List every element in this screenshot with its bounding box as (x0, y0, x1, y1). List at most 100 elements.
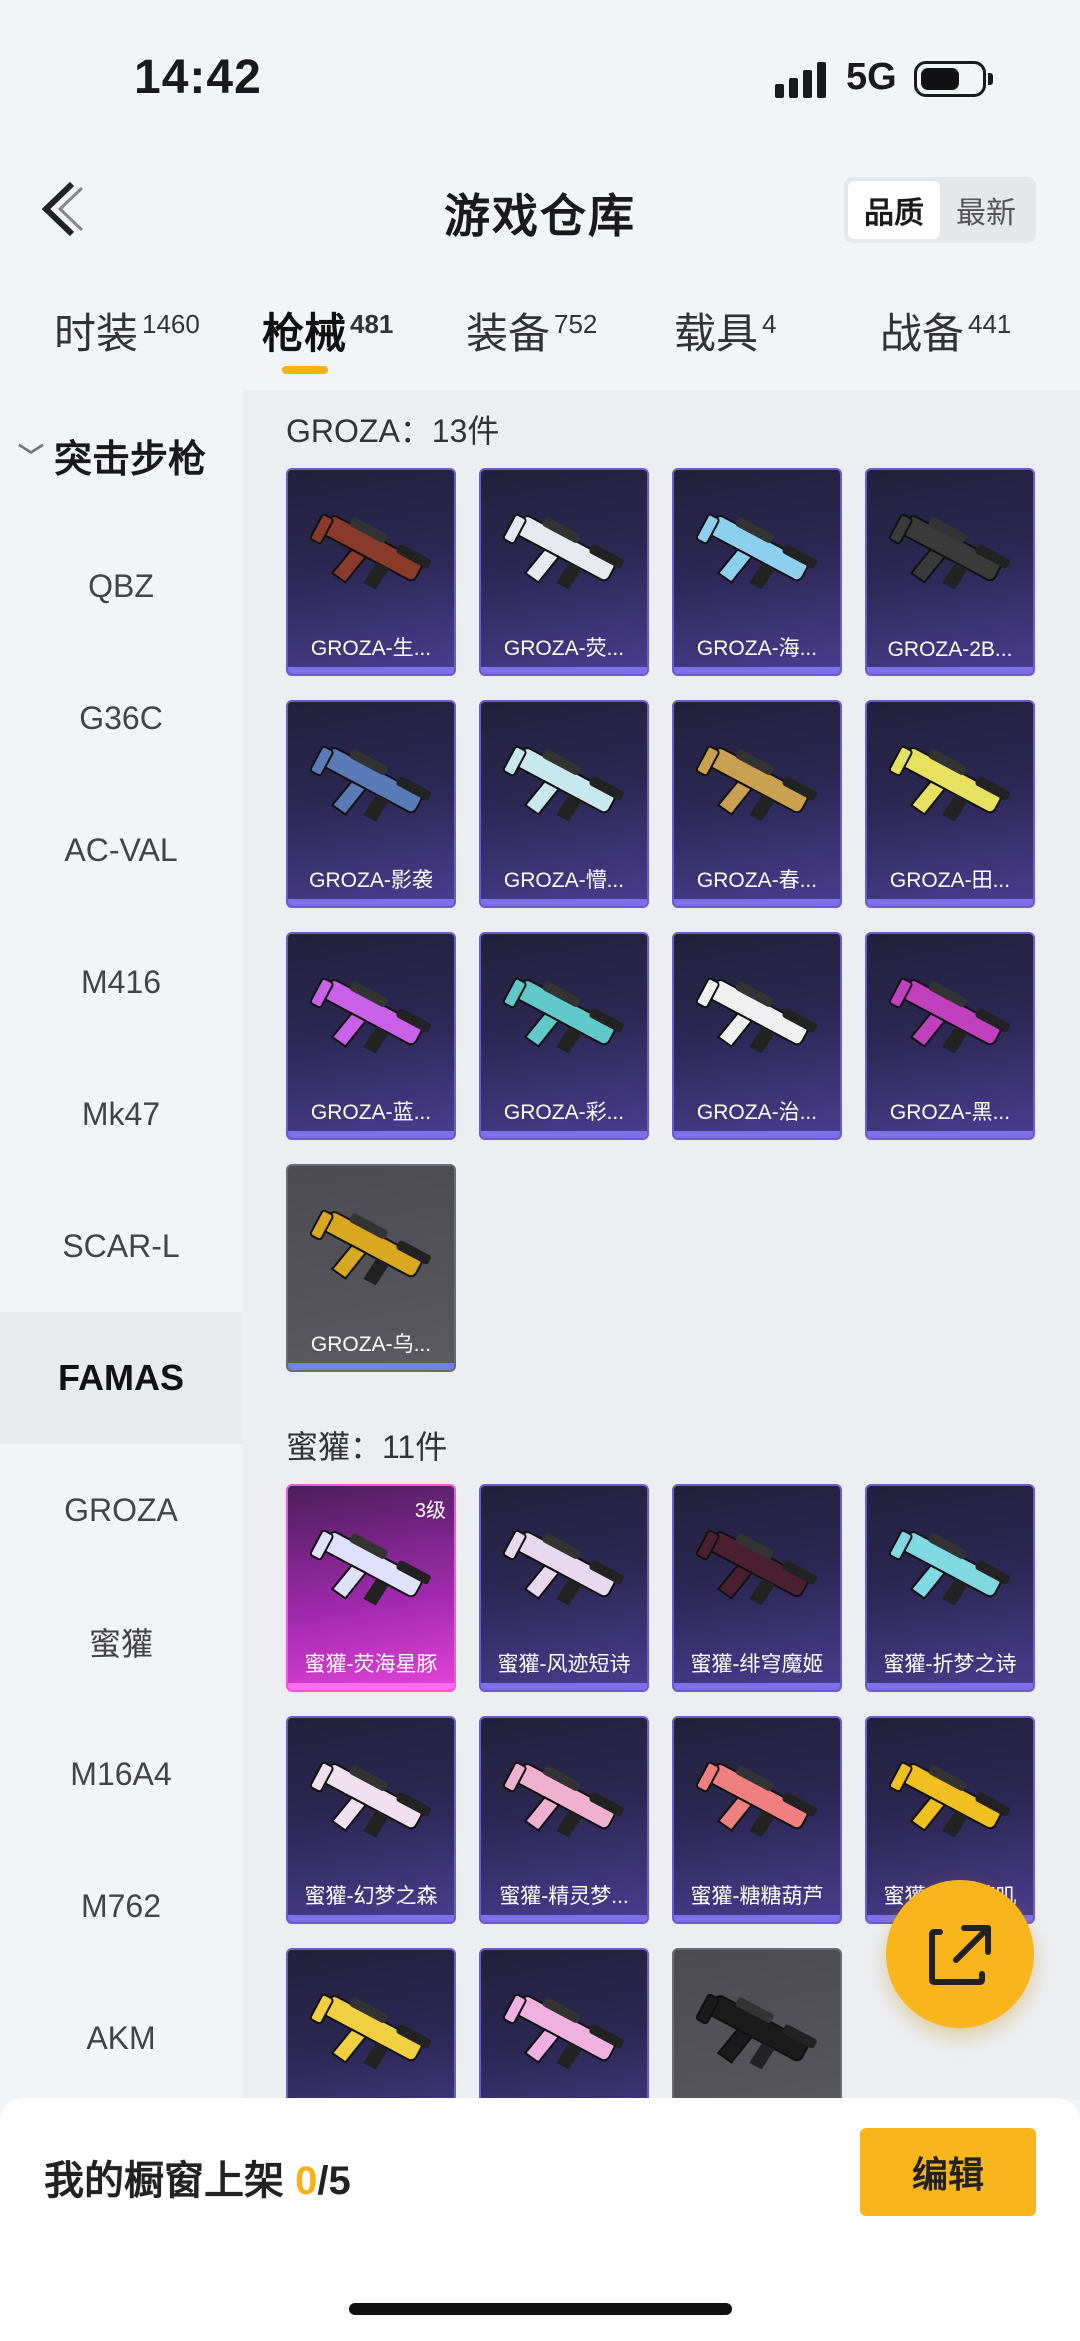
weapon-skin-name: GROZA-生... (310, 637, 432, 660)
weapon-skin-name: 蜜獾-绯穹魔姬 (690, 1653, 824, 1676)
weapon-skin-card[interactable]: 蜜獾-糖糖葫芦 (672, 1716, 842, 1924)
sidebar-item[interactable]: M416 (0, 916, 242, 1048)
weapon-skin-image (695, 745, 817, 822)
weapon-skin-image (502, 977, 624, 1054)
battery-tip (988, 73, 993, 85)
tab-count: 1460 (142, 309, 200, 339)
weapon-skin-card[interactable]: GROZA-生... (286, 468, 456, 676)
weapon-skin-image (309, 745, 431, 822)
rarity-bar (288, 1683, 454, 1690)
weapon-skin-image (695, 1761, 817, 1838)
rarity-bar (288, 899, 454, 906)
weapon-skin-card[interactable]: GROZA-田... (865, 700, 1035, 908)
tab-equipment[interactable]: 装备 752 (466, 300, 597, 361)
status-time: 14:42 (134, 51, 262, 104)
weapon-skin-image (309, 977, 431, 1054)
section-title: GROZA：13件 (286, 413, 500, 449)
weapon-skin-name: GROZA-治... (696, 1101, 818, 1124)
sidebar-item[interactable]: AKM (0, 1972, 242, 2104)
sidebar-item[interactable]: GROZA (0, 1444, 242, 1576)
rarity-bar (867, 899, 1033, 906)
showcase-status: 我的橱窗上架 0/5 (44, 2148, 351, 2206)
weapon-skin-card[interactable]: GROZA-海... (672, 468, 842, 676)
share-external-icon (929, 1925, 991, 1985)
weapon-skin-card[interactable]: 蜜獾-幻梦之森 (286, 1716, 456, 1924)
tab-count: 441 (968, 309, 1012, 339)
edit-button[interactable]: 编辑 (860, 2128, 1036, 2216)
weapon-skin-image (309, 1529, 431, 1606)
rarity-bar (288, 1363, 454, 1370)
tab-gear[interactable]: 战备 441 (880, 300, 1011, 361)
weapon-skin-image (502, 745, 624, 822)
section-title: 蜜獾：11件 (286, 1429, 448, 1465)
sort-quality-button[interactable]: 品质 (848, 181, 940, 239)
weapon-skin-card[interactable]: GROZA-乌... (286, 1164, 456, 1372)
weapon-skin-card[interactable]: GROZA-黑... (865, 932, 1035, 1140)
rarity-bar (288, 1915, 454, 1922)
tab-count: 4 (762, 309, 777, 339)
weapon-skin-card[interactable]: GROZA-荧... (479, 468, 649, 676)
weapon-skin-card[interactable] (286, 1948, 456, 2100)
sidebar-item[interactable]: G36C (0, 652, 242, 784)
weapon-skin-card[interactable]: GROZA-治... (672, 932, 842, 1140)
weapon-skin-image (888, 1761, 1010, 1838)
signal-icon (775, 62, 826, 98)
weapon-skin-name: GROZA-黑... (889, 1101, 1011, 1124)
weapon-skin-card[interactable]: GROZA-彩... (479, 932, 649, 1140)
weapon-skin-name: 蜜獾-幻梦之森 (304, 1885, 438, 1908)
tab-count: 481 (350, 309, 394, 339)
share-fab-button[interactable] (886, 1880, 1034, 2028)
rarity-bar (867, 1683, 1033, 1690)
weapon-skin-name: 蜜獾-风迹短诗 (497, 1653, 631, 1676)
tab-label: 战备 (880, 310, 965, 357)
weapon-skin-card[interactable] (672, 1948, 842, 2100)
weapon-skin-name: GROZA-2B... (887, 638, 1013, 661)
weapon-skin-image (309, 1209, 431, 1286)
rarity-bar (481, 899, 647, 906)
weapon-skin-name: 蜜獾-精灵梦... (499, 1885, 629, 1908)
weapon-skin-card[interactable]: 蜜獾-精灵梦... (479, 1716, 649, 1924)
weapon-skin-card[interactable]: GROZA-影袭 (286, 700, 456, 908)
sidebar-item[interactable]: FAMAS (0, 1312, 242, 1444)
rarity-bar (481, 1915, 647, 1922)
sort-newest-button[interactable]: 最新 (940, 181, 1032, 239)
weapon-skin-card[interactable]: 蜜獾-折梦之诗 (865, 1484, 1035, 1692)
weapon-skin-card[interactable]: GROZA-蓝... (286, 932, 456, 1140)
weapon-skin-card[interactable]: GROZA-懵... (479, 700, 649, 908)
sidebar-item[interactable]: AC-VAL (0, 784, 242, 916)
rarity-bar (674, 667, 840, 674)
weapon-skin-card[interactable]: GROZA-春... (672, 700, 842, 908)
sidebar-item[interactable]: Mk47 (0, 1048, 242, 1180)
weapon-skin-card[interactable]: 蜜獾-绯穹魔姬 (672, 1484, 842, 1692)
tab-guns[interactable]: 枪械 481 (262, 300, 393, 361)
battery-icon (914, 61, 986, 97)
weapon-skin-image (888, 977, 1010, 1054)
weapon-skin-card[interactable] (479, 1948, 649, 2100)
level-badge: 3级 (414, 1500, 446, 1522)
weapon-skin-image (888, 513, 1010, 590)
tab-vehicles[interactable]: 载具 4 (674, 300, 776, 361)
rarity-bar (867, 667, 1033, 674)
weapon-skin-image (695, 1529, 817, 1606)
weapon-skin-card[interactable]: GROZA-2B... (865, 468, 1035, 676)
sidebar-item[interactable]: QBZ (0, 520, 242, 652)
sidebar-item[interactable]: M762 (0, 1840, 242, 1972)
item-grid-panel[interactable]: GROZA：13件 GROZA-生... GROZA-荧... GROZA-海.… (242, 390, 1080, 2100)
sidebar-item[interactable]: 蜜獾 (0, 1576, 242, 1708)
weapon-skin-image (888, 745, 1010, 822)
weapon-skin-name: GROZA-影袭 (309, 869, 433, 892)
sidebar-item[interactable]: SCAR-L (0, 1180, 242, 1312)
sidebar-item[interactable]: M16A4 (0, 1708, 242, 1840)
status-bar: 14:42 5G (0, 0, 1080, 140)
tab-fashion[interactable]: 时装 1460 (54, 300, 200, 361)
category-tabs: 时装 1460 枪械 481 装备 752 载具 4 战备 441 (0, 290, 1080, 390)
weapon-skin-card[interactable]: 蜜獾-风迹短诗 (479, 1484, 649, 1692)
weapon-skin-card[interactable]: 3级 蜜獾-荧海星豚 (286, 1484, 456, 1692)
tab-label: 装备 (466, 310, 551, 357)
weapon-skin-image (888, 1529, 1010, 1606)
weapon-skin-image (309, 513, 431, 590)
weapon-skin-image (502, 1529, 624, 1606)
weapon-skin-image (309, 1761, 431, 1838)
tab-label: 载具 (674, 310, 759, 357)
sidebar-group-assault-rifles[interactable]: ﹀ 突击步枪 (0, 390, 242, 520)
